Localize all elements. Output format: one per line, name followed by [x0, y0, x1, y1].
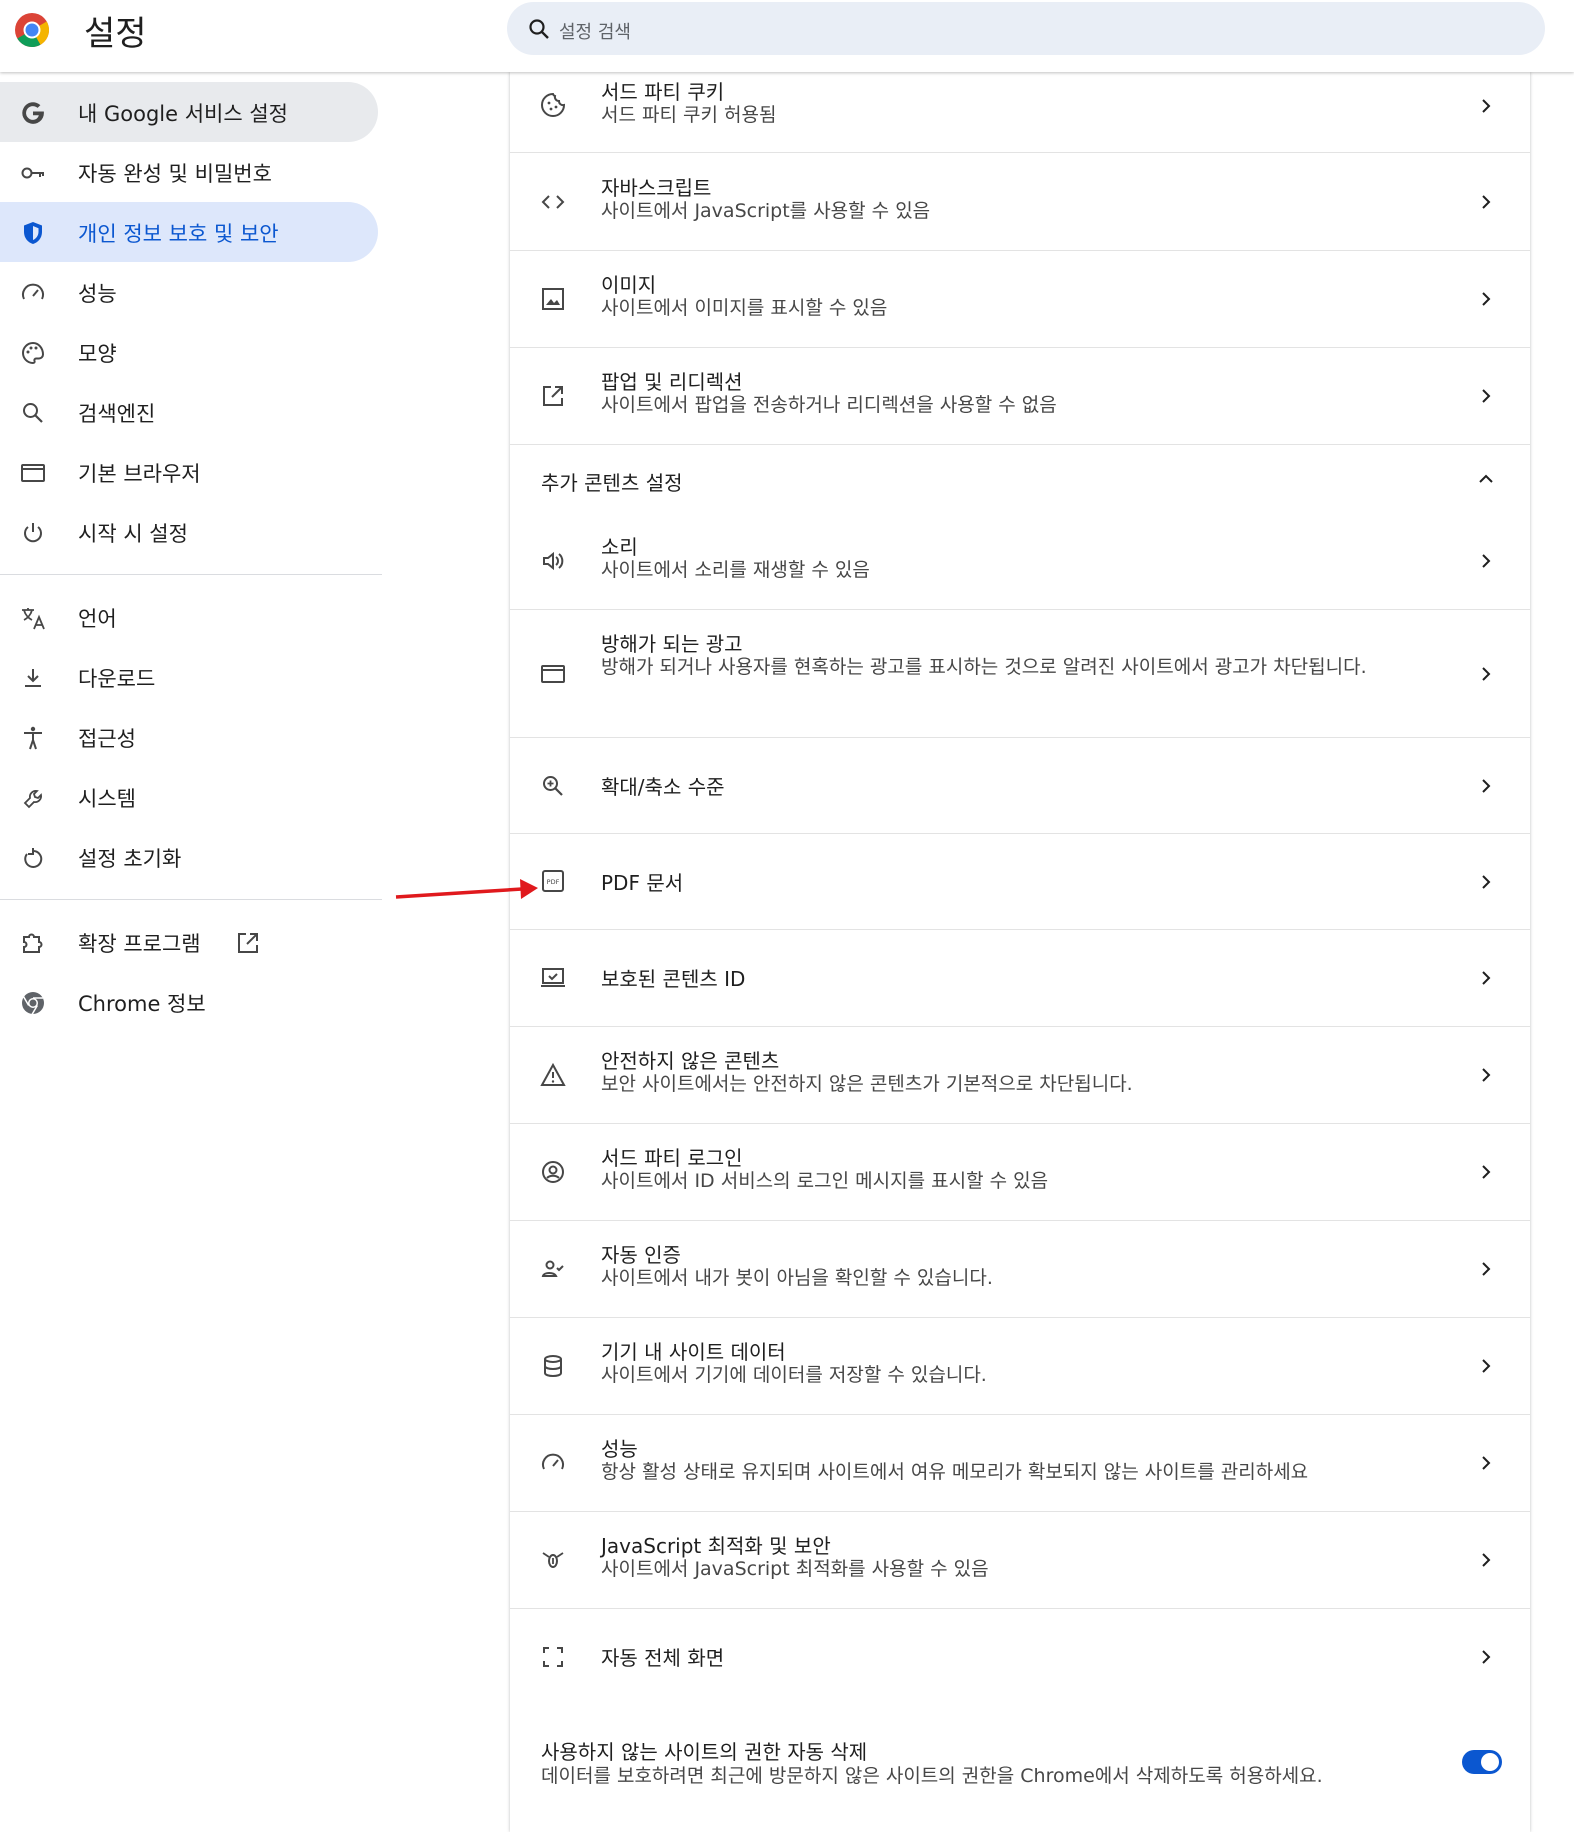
sidebar-item-privacy[interactable]: 개인 정보 보호 및 보안: [0, 202, 378, 262]
sidebar-item-accessibility[interactable]: 접근성: [0, 707, 378, 767]
svg-text:PDF: PDF: [547, 878, 560, 886]
chevron-right-icon: [1476, 289, 1496, 309]
download-icon: [20, 665, 46, 691]
chevron-right-icon: [1476, 96, 1496, 116]
search-icon: [20, 400, 46, 426]
chevron-right-icon: [1476, 1453, 1496, 1473]
list-item-zoom-levels[interactable]: 확대/축소 수준: [510, 738, 1530, 834]
list-item-pdf-documents[interactable]: PDF PDF 문서: [510, 834, 1530, 930]
account-circle-icon: [540, 1159, 566, 1185]
zoom-in-icon: [540, 773, 566, 799]
chevron-right-icon: [1476, 1065, 1496, 1085]
chevron-right-icon: [1476, 1647, 1496, 1667]
content-settings-card: 서드 파티 쿠키 서드 파티 쿠키 허용됨 자바스크립트 사이트에서 JavaS…: [510, 72, 1530, 1832]
ad-window-icon: [540, 661, 566, 687]
warning-icon: [540, 1062, 566, 1088]
speedometer-icon: [20, 280, 46, 306]
list-item-sound[interactable]: 소리 사이트에서 소리를 재생할 수 있음: [510, 513, 1530, 610]
sidebar-item-system[interactable]: 시스템: [0, 767, 378, 827]
list-item-third-party-sign-in[interactable]: 서드 파티 로그인 사이트에서 ID 서비스의 로그인 메시지를 표시할 수 있…: [510, 1124, 1530, 1221]
toggle-knob: [1481, 1753, 1499, 1771]
code-icon: [540, 189, 566, 215]
list-item-on-device-site-data[interactable]: 기기 내 사이트 데이터 사이트에서 기기에 데이터를 저장할 수 있습니다.: [510, 1318, 1530, 1415]
browser-window-icon: [20, 460, 46, 486]
list-item-third-party-cookies[interactable]: 서드 파티 쿠키 서드 파티 쿠키 허용됨: [510, 72, 1530, 153]
shield-icon: [20, 220, 46, 246]
search-icon: [527, 17, 551, 41]
puzzle-icon: [20, 930, 46, 956]
cookie-icon: [540, 92, 566, 118]
chevron-right-icon: [1476, 872, 1496, 892]
sidebar-item-about-chrome[interactable]: Chrome 정보: [0, 972, 378, 1032]
list-item-auto-verify[interactable]: 자동 인증 사이트에서 내가 봇이 아님을 확인할 수 있습니다.: [510, 1221, 1530, 1318]
chevron-right-icon: [1476, 551, 1496, 571]
sidebar-divider: [0, 574, 382, 575]
list-item-performance[interactable]: 성능 항상 활성 상태로 유지되며 사이트에서 여유 메모리가 확보되지 않는 …: [510, 1415, 1530, 1512]
chevron-right-icon: [1476, 386, 1496, 406]
palette-icon: [20, 340, 46, 366]
google-g-icon: [20, 100, 46, 126]
open-in-new-icon: [236, 931, 260, 955]
search-bar[interactable]: 설정 검색: [507, 2, 1545, 55]
chevron-right-icon: [1476, 1259, 1496, 1279]
chrome-icon: [20, 990, 46, 1016]
protected-content-icon: [540, 965, 566, 991]
wrench-icon: [20, 785, 46, 811]
database-icon: [540, 1353, 566, 1379]
speedometer-icon: [540, 1450, 566, 1476]
sidebar-item-default-browser[interactable]: 기본 브라우저: [0, 442, 378, 502]
chrome-logo: [14, 12, 50, 48]
chevron-up-icon: [1476, 469, 1496, 489]
additional-content-settings-header[interactable]: 추가 콘텐츠 설정: [510, 445, 1530, 513]
pdf-icon: PDF: [540, 868, 566, 894]
sidebar-divider: [0, 899, 382, 900]
chevron-right-icon: [1476, 192, 1496, 212]
chevron-right-icon: [1476, 776, 1496, 796]
accessibility-icon: [20, 725, 46, 751]
toolbar: 설정 설정 검색: [0, 0, 1574, 72]
power-icon: [20, 520, 46, 546]
sidebar-item-reset[interactable]: 설정 초기화: [0, 827, 378, 887]
chevron-right-icon: [1476, 1550, 1496, 1570]
annotation-arrow: [392, 872, 542, 902]
sidebar-item-autofill[interactable]: 자동 완성 및 비밀번호: [0, 142, 378, 202]
translate-icon: [20, 605, 46, 631]
image-icon: [540, 286, 566, 312]
key-icon: [20, 160, 46, 186]
list-item-intrusive-ads[interactable]: 방해가 되는 광고 방해가 되거나 사용자를 현혹하는 광고를 표시하는 것으로…: [510, 610, 1530, 738]
list-item-insecure-content[interactable]: 안전하지 않은 콘텐츠 보안 사이트에서는 안전하지 않은 콘텐츠가 기본적으로…: [510, 1027, 1530, 1124]
auto-revoke-permissions: 사용하지 않는 사이트의 권한 자동 삭제 데이터를 보호하려면 최근에 방문하…: [510, 1706, 1530, 1832]
auto-revoke-toggle[interactable]: [1462, 1750, 1502, 1774]
sidebar-item-on-startup[interactable]: 시작 시 설정: [0, 502, 378, 562]
bug-icon: [540, 1547, 566, 1573]
reset-icon: [20, 845, 46, 871]
list-item-images[interactable]: 이미지 사이트에서 이미지를 표시할 수 있음: [510, 251, 1530, 348]
list-item-javascript-optimizer[interactable]: JavaScript 최적화 및 보안 사이트에서 JavaScript 최적화…: [510, 1512, 1530, 1609]
person-check-icon: [540, 1256, 566, 1282]
sidebar-item-search-engine[interactable]: 검색엔진: [0, 382, 378, 442]
sidebar-item-extensions[interactable]: 확장 프로그램: [0, 912, 378, 972]
fullscreen-icon: [540, 1644, 566, 1670]
list-item-protected-content[interactable]: 보호된 콘텐츠 ID: [510, 930, 1530, 1027]
volume-icon: [540, 548, 566, 574]
page-title: 설정: [84, 14, 147, 54]
sidebar-item-appearance[interactable]: 모양: [0, 322, 378, 382]
sidebar-item-languages[interactable]: 언어: [0, 587, 378, 647]
open-in-new-icon: [540, 383, 566, 409]
chevron-right-icon: [1476, 1356, 1496, 1376]
chevron-right-icon: [1476, 968, 1496, 988]
list-item-auto-fullscreen[interactable]: 자동 전체 화면: [510, 1609, 1530, 1706]
search-input[interactable]: 설정 검색: [559, 18, 631, 44]
chevron-right-icon: [1476, 1162, 1496, 1182]
sidebar-item-downloads[interactable]: 다운로드: [0, 647, 378, 707]
sidebar-item-performance[interactable]: 성능: [0, 262, 378, 322]
list-item-popups[interactable]: 팝업 및 리디렉션 사이트에서 팝업을 전송하거나 리디렉션을 사용할 수 없음: [510, 348, 1530, 445]
chevron-right-icon: [1476, 664, 1496, 684]
list-item-javascript[interactable]: 자바스크립트 사이트에서 JavaScript를 사용할 수 있음: [510, 154, 1530, 251]
sidebar-item-google-services[interactable]: 내 Google 서비스 설정: [0, 82, 378, 142]
